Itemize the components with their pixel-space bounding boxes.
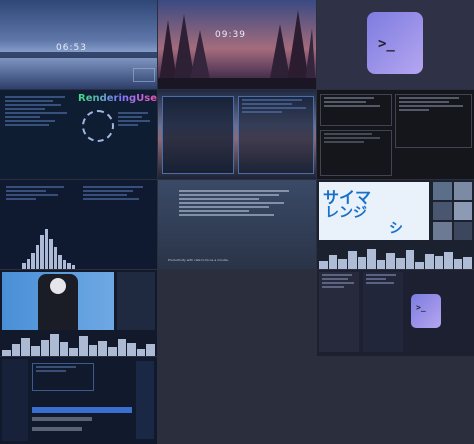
poster-line-2: レンジ	[325, 205, 367, 221]
terminal-pane	[2, 94, 72, 174]
side-panel	[117, 272, 155, 330]
list-row	[32, 427, 82, 431]
code-pane	[80, 184, 154, 218]
doc-footer-text: Productivity with cafe to focus a minute…	[168, 258, 229, 262]
selected-row-highlight	[32, 407, 132, 413]
editor-pane	[3, 184, 75, 218]
chat-list-pane	[319, 272, 359, 352]
tile-settings-and-widgets[interactable]	[0, 357, 157, 444]
audio-visualizer	[20, 227, 77, 269]
tile-forest-sunset[interactable]: 09:39	[158, 0, 316, 89]
thumbnail-grid	[433, 182, 472, 240]
info-pane	[115, 110, 153, 170]
widget-box	[133, 68, 155, 82]
file-list-pane	[320, 94, 392, 126]
rendering-user-title: RenderingUser	[78, 93, 157, 104]
tile-anime-tea-visualizer[interactable]	[0, 270, 157, 356]
chat-messages-pane	[363, 272, 403, 352]
settings-card	[32, 363, 94, 391]
tile-terminal-logo[interactable]: >_	[317, 0, 474, 89]
terminal-app-icon	[367, 12, 423, 74]
clock-text: 06:53	[56, 43, 87, 53]
preview-pane	[395, 94, 472, 148]
tile-city-dusk-terminals[interactable]	[158, 90, 316, 179]
audio-visualizer	[0, 332, 157, 356]
terminal-window-left	[162, 96, 234, 174]
tile-lockscreen-lake[interactable]: 06:53	[0, 0, 157, 89]
sidebar	[2, 359, 28, 441]
tile-dark-file-manager[interactable]	[317, 90, 474, 179]
terminal-window-right	[238, 96, 314, 174]
audio-visualizer	[317, 245, 474, 269]
log-pane	[320, 130, 392, 176]
tile-japanese-poster[interactable]: サイマ レンジ シ	[317, 180, 474, 269]
tile-renderinguser-desktop[interactable]: RenderingUser	[0, 90, 157, 179]
poster-art: サイマ レンジ シ	[319, 182, 429, 240]
widgets-column	[136, 361, 154, 439]
character-head	[50, 278, 66, 294]
prompt-glyph: >_	[378, 36, 395, 52]
pine-trees-art	[158, 10, 316, 89]
screenshot-gallery: 06:53 09:39 >_ RenderingUser Productivit…	[0, 0, 474, 444]
anime-artwork	[2, 272, 114, 330]
list-row	[32, 417, 92, 421]
tile-visualizer-editor[interactable]	[0, 180, 157, 269]
doc-text-block	[176, 188, 296, 248]
tile-docs-page[interactable]: Productivity with cafe to focus a minute…	[158, 180, 316, 269]
prompt-glyph: >_	[416, 303, 426, 312]
poster-line-3: シ	[389, 221, 403, 237]
tile-chat-and-launcher[interactable]: >_	[317, 270, 474, 356]
circular-logo	[82, 110, 114, 142]
